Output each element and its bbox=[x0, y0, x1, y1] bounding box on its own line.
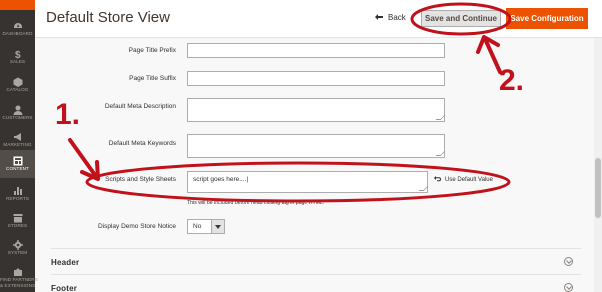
layout-icon bbox=[0, 153, 35, 166]
default-meta-description-textarea[interactable] bbox=[187, 98, 446, 122]
admin-sidebar: DASHBOARD $ SALES CATALOG CUSTOMERS MARK… bbox=[0, 0, 38, 292]
sidebar-item-find-partners[interactable]: FIND PARTNERS & EXTENSIONS bbox=[0, 261, 38, 292]
gear-icon bbox=[0, 237, 35, 250]
default-meta-keywords-label: Default Meta Keywords bbox=[108, 140, 176, 147]
page-title-prefix-input[interactable] bbox=[187, 43, 445, 58]
use-default-value-toggle[interactable]: Use Default Value bbox=[434, 176, 493, 184]
annotation-arrowhead-2 bbox=[476, 35, 500, 54]
display-demo-store-notice-select[interactable]: No bbox=[187, 219, 225, 234]
select-value: No bbox=[193, 223, 202, 230]
page-header: Default Store View Back Save and Continu… bbox=[35, 0, 602, 38]
speedometer-icon bbox=[0, 18, 35, 31]
sidebar-item-customers[interactable]: CUSTOMERS bbox=[0, 99, 35, 127]
chevron-down-icon bbox=[211, 220, 224, 233]
default-meta-keywords-textarea[interactable] bbox=[187, 134, 446, 158]
back-button-label: Back bbox=[388, 13, 406, 22]
annotation-arrow-2 bbox=[484, 39, 502, 74]
use-default-value-label: Use Default Value bbox=[445, 177, 493, 183]
bar-chart-icon bbox=[0, 183, 35, 196]
header-section[interactable]: Header bbox=[51, 248, 581, 274]
store-icon bbox=[0, 210, 35, 223]
save-configuration-button[interactable]: Save Configuration bbox=[506, 8, 588, 29]
sidebar-item-dashboard[interactable]: DASHBOARD bbox=[0, 15, 35, 43]
annotation-step-1: 1. bbox=[55, 98, 81, 131]
sidebar-item-label: DASHBOARD bbox=[2, 31, 33, 36]
megaphone-icon bbox=[0, 129, 35, 142]
sidebar-item-label: MARKETING bbox=[3, 142, 32, 147]
sidebar-item-catalog[interactable]: CATALOG bbox=[0, 71, 35, 99]
resize-grip-icon[interactable] bbox=[435, 115, 446, 120]
scripts-field-note: This will be included before head closin… bbox=[187, 200, 325, 206]
sidebar-item-label: STORES bbox=[7, 223, 28, 228]
sidebar-item-reports[interactable]: REPORTS bbox=[0, 180, 35, 208]
page-title-suffix-input[interactable] bbox=[187, 71, 445, 86]
sidebar-item-stores[interactable]: STORES bbox=[0, 207, 35, 235]
resize-grip-icon[interactable] bbox=[435, 151, 446, 156]
person-icon bbox=[0, 102, 35, 115]
page-title: Default Store View bbox=[46, 9, 170, 26]
cube-icon bbox=[0, 74, 35, 87]
sidebar-item-label: CUSTOMERS bbox=[2, 115, 33, 120]
sidebar-item-label: CONTENT bbox=[6, 166, 29, 171]
sidebar-item-sales[interactable]: $ SALES bbox=[0, 43, 35, 71]
arrow-left-icon bbox=[375, 13, 383, 22]
section-title: Header bbox=[51, 258, 80, 267]
sidebar-item-system[interactable]: SYSTEM bbox=[0, 234, 35, 262]
dollar-icon: $ bbox=[0, 46, 35, 61]
scripts-textarea-value: script goes here....| bbox=[193, 176, 249, 183]
footer-section[interactable]: Footer bbox=[51, 274, 581, 292]
display-demo-store-notice-label: Display Demo Store Notice bbox=[97, 223, 176, 230]
save-and-continue-button[interactable]: Save and Continue bbox=[421, 10, 501, 27]
sidebar-item-label-line2: & EXTENSIONS bbox=[0, 283, 36, 288]
sidebar-item-label: SYSTEM bbox=[7, 250, 28, 255]
scrollbar-thumb[interactable] bbox=[595, 158, 601, 218]
sidebar-item-label: REPORTS bbox=[6, 196, 29, 201]
sidebar-item-content[interactable]: CONTENT bbox=[0, 150, 35, 178]
undo-arrow-icon bbox=[434, 176, 441, 184]
sidebar-item-label: SALES bbox=[9, 59, 26, 64]
sidebar-item-label: CATALOG bbox=[6, 87, 29, 92]
scripts-and-style-sheets-label: Scripts and Style Sheets bbox=[105, 176, 176, 183]
magento-logo[interactable] bbox=[0, 0, 35, 10]
svg-text:$: $ bbox=[15, 50, 21, 59]
page-title-suffix-label: Page Title Suffix bbox=[129, 75, 176, 82]
expand-chevron-icon[interactable] bbox=[564, 257, 573, 266]
page-title-prefix-label: Page Title Prefix bbox=[128, 47, 176, 54]
expand-chevron-icon[interactable] bbox=[564, 283, 573, 292]
scripts-and-style-sheets-textarea[interactable]: script goes here....| bbox=[187, 171, 429, 193]
page-scrollbar[interactable] bbox=[594, 38, 602, 292]
section-title: Footer bbox=[51, 284, 78, 292]
puzzle-icon bbox=[0, 264, 35, 277]
annotation-step-2: 2. bbox=[499, 64, 525, 97]
back-button[interactable]: Back bbox=[375, 13, 406, 22]
